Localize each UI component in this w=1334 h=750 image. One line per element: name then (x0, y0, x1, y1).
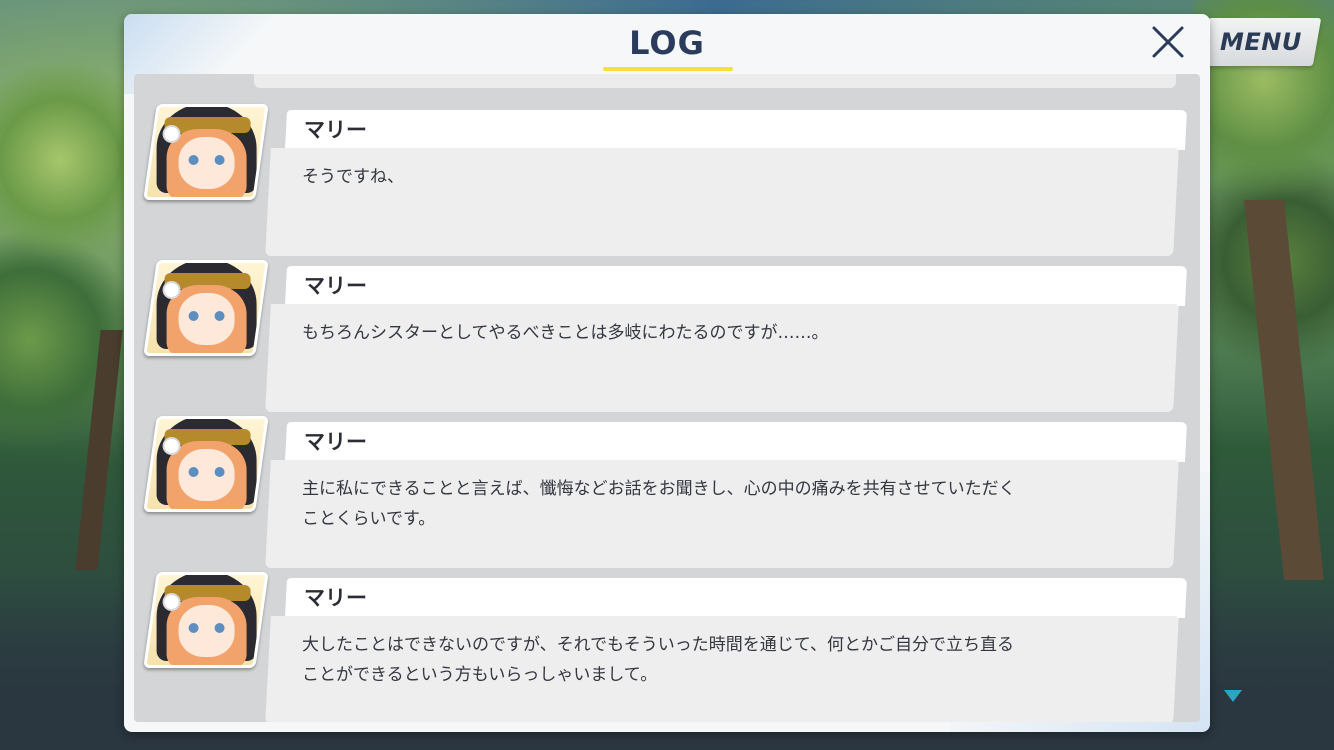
speaker-name: マリー (304, 430, 367, 454)
character-avatar (143, 104, 269, 200)
speaker-bar (284, 578, 1188, 618)
log-panel: LOG マリー そうですね、 マリー もちろんシスターとしてやるべきことは多岐に… (124, 14, 1210, 732)
background-tree-left (0, 40, 140, 560)
speaker-bar (284, 266, 1188, 306)
speaker-bar (284, 422, 1188, 462)
character-avatar (143, 572, 269, 668)
close-button[interactable] (1150, 22, 1186, 62)
log-entry: マリー 大したことはできないのですが、それでもそういった時間を通じて、何とかご自… (134, 568, 1200, 722)
log-entry: マリー 主に私にできることと言えば、懺悔などお話をお聞きし、心の中の痛みを共有さ… (134, 412, 1200, 568)
speaker-name: マリー (304, 118, 367, 142)
close-icon (1152, 26, 1184, 58)
message-text: もちろんシスターとしてやるべきことは多岐にわたるのですが……。 (302, 323, 829, 343)
log-header: LOG (124, 14, 1210, 74)
title-underline (603, 67, 733, 71)
speaker-name: マリー (304, 274, 367, 298)
character-avatar (143, 260, 269, 356)
message-text: 主に私にできることと言えば、懺悔などお話をお聞きし、心の中の痛みを共有させていた… (302, 479, 1016, 529)
log-entry: マリー もちろんシスターとしてやるべきことは多岐にわたるのですが……。 (134, 256, 1200, 412)
character-avatar (143, 416, 269, 512)
previous-entry-edge (254, 74, 1176, 88)
scroll-down-icon[interactable] (1224, 690, 1242, 702)
message-text: そうですね、 (302, 167, 404, 187)
log-list[interactable]: マリー そうですね、 マリー もちろんシスターとしてやるべきことは多岐にわたるの… (134, 74, 1200, 722)
message-text: 大したことはできないのですが、それでもそういった時間を通じて、何とかご自分で立ち… (302, 635, 1014, 685)
menu-button-label: MENU (1219, 28, 1302, 56)
log-entry: マリー そうですね、 (134, 100, 1200, 256)
speaker-name: マリー (304, 586, 367, 610)
speaker-bar (284, 110, 1188, 150)
menu-button[interactable]: MENU (1199, 18, 1322, 66)
log-title: LOG (629, 24, 705, 62)
